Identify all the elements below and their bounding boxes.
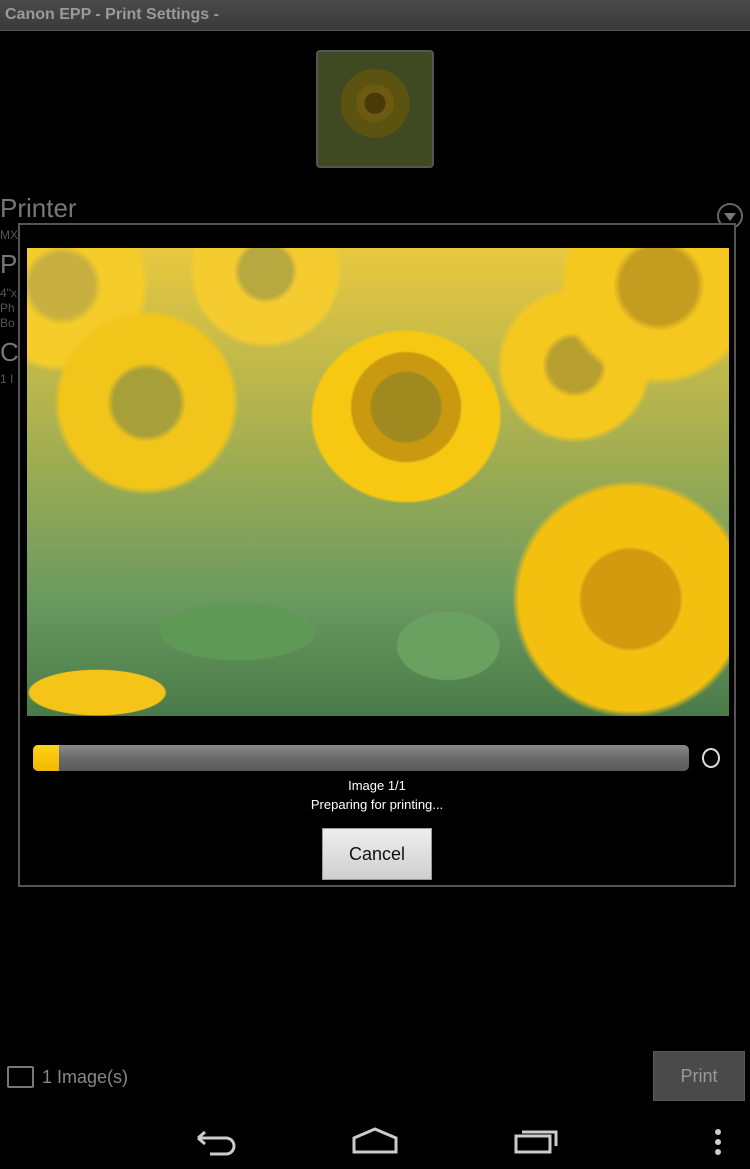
copies-label: C [0,337,19,367]
print-preview-image [27,248,729,716]
copies-value: 1 I [0,372,14,386]
cancel-button[interactable]: Cancel [322,828,432,880]
image-icon [7,1066,34,1088]
print-button[interactable]: Print [653,1051,745,1101]
home-icon[interactable] [350,1122,400,1162]
printing-progress-dialog: Image 1/1 Preparing for printing... Canc… [18,223,736,887]
paper-label: P [0,249,18,279]
printer-value: MX [0,228,18,242]
paper-line: Ph [0,301,15,315]
loading-spinner-icon [702,748,720,768]
progress-bar [33,745,689,771]
recent-apps-icon[interactable] [512,1122,562,1162]
back-icon[interactable] [190,1122,240,1162]
app-title: Canon EPP - Print Settings - [5,6,219,23]
photo-thumbnail[interactable] [316,50,434,168]
image-count-label: 1 Image(s) [42,1066,129,1087]
title-bar: Canon EPP - Print Settings - [0,0,750,31]
image-counter: Image 1/1 [348,778,406,793]
image-count: 1 Image(s) [7,1066,128,1088]
overflow-menu-icon[interactable] [693,1122,743,1162]
printer-label: Printer [0,193,77,223]
progress-fill [33,745,60,771]
paper-line: Bo [0,316,15,330]
paper-line: 4"x [0,286,17,300]
status-text: Preparing for printing... [310,797,444,812]
